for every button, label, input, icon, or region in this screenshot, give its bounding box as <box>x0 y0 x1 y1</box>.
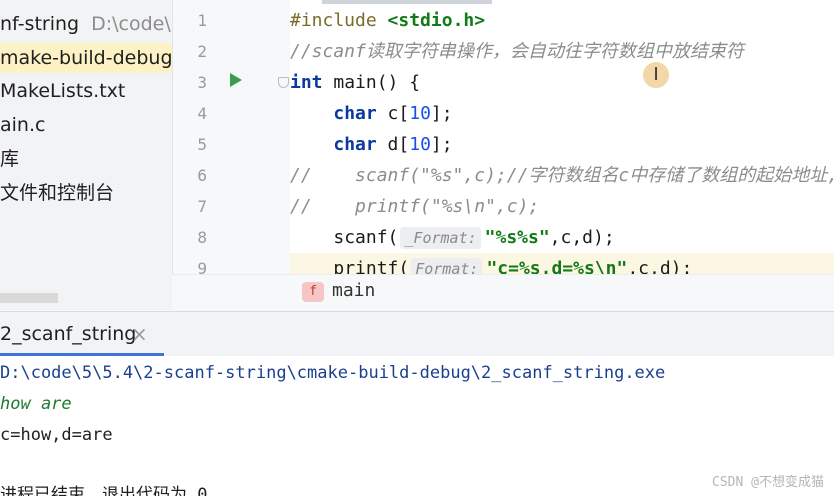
parameter-hint: _Format: <box>400 227 481 249</box>
tree-item-cmakelists[interactable]: MakeLists.txt <box>0 76 125 106</box>
code-text: ,c,d); <box>627 258 693 274</box>
tree-item-label: 库 <box>0 148 20 170</box>
tree-item-libraries[interactable]: 库 <box>0 144 19 174</box>
project-path-hint: D:\code\ <box>91 13 171 35</box>
editor-gutter: 1 2 3 4 5 6 7 8 9 <box>172 0 291 310</box>
code-line-7: // printf("%s\n",c); <box>290 191 539 222</box>
tree-item-project[interactable]: nf-string D:\code\ <box>0 9 171 39</box>
tree-item-label: ain.c <box>0 114 46 136</box>
keyword: int <box>290 72 323 93</box>
code-line-2: //scanf读取字符串操作，会自动往字符数组中放结束符 <box>290 36 744 67</box>
code-text: ,c,d); <box>549 227 615 248</box>
project-sidebar: nf-string D:\code\ make-build-debug MakeL… <box>0 0 172 310</box>
tree-item-label: make-build-debug <box>0 47 172 69</box>
run-tab[interactable]: 2_scanf_string <box>0 312 144 356</box>
code-text: d[ <box>376 134 410 155</box>
code-editor[interactable]: #include <stdio.h> //scanf读取字符串操作，会自动往字符… <box>290 0 834 274</box>
line-number: 8 <box>197 228 207 247</box>
line-number: 6 <box>197 166 207 185</box>
tree-item-label: nf-string <box>0 13 80 35</box>
keyword: char <box>333 103 377 124</box>
code-line-3: int main() { <box>290 67 420 98</box>
preprocessor-directive: #include <box>290 10 377 31</box>
line-number: 1 <box>197 11 207 30</box>
code-text: ]; <box>430 134 453 155</box>
text-cursor-icon: I <box>643 62 669 88</box>
run-tool-window-header: 2_scanf_string × <box>0 311 834 356</box>
console-user-input: how are <box>0 394 72 414</box>
code-text: c[ <box>376 103 410 124</box>
number-literal: 10 <box>409 103 431 124</box>
line-number: 2 <box>197 42 207 61</box>
comment: // printf("%s\n",c); <box>290 196 540 217</box>
code-line-4: char c[10]; <box>290 98 453 129</box>
number-literal: 10 <box>409 134 431 155</box>
string-literal: "%s%s" <box>484 227 550 248</box>
console-exit-message: 进程已结束，退出代码为 0 <box>0 485 208 496</box>
line-number: 3 <box>197 73 207 92</box>
header-name: <stdio.h> <box>387 10 486 31</box>
code-text: main() { <box>322 72 421 93</box>
line-number: 4 <box>197 104 207 123</box>
code-text: ]; <box>430 103 453 124</box>
tree-item-main-c[interactable]: ain.c <box>0 110 45 140</box>
console-output: c=how,d=are <box>0 425 113 445</box>
string-literal: "c=%s,d=%s\n" <box>486 258 628 274</box>
code-line-6: // scanf("%s",c);//字符数组名c中存储了数组的起始地址, <box>290 160 834 191</box>
code-line-5: char d[10]; <box>290 129 453 160</box>
code-text: scanf( <box>333 227 399 248</box>
run-tab-label: 2_scanf_string <box>0 323 137 345</box>
run-icon[interactable] <box>230 73 242 87</box>
run-console[interactable]: D:\code\5\5.4\2-scanf-string\cmake-build… <box>0 356 834 496</box>
fold-icon[interactable] <box>278 77 289 88</box>
sidebar-scrollbar[interactable] <box>0 293 58 303</box>
line-number: 7 <box>197 197 207 216</box>
comment: // scanf("%s",c);//字符数组名c中存储了数组的起始地址, <box>290 165 834 186</box>
keyword: char <box>333 134 377 155</box>
console-exe-path: D:\code\5\5.4\2-scanf-string\cmake-build… <box>0 363 666 383</box>
horizontal-scrollbar[interactable] <box>322 0 492 4</box>
breadcrumb-function[interactable]: main <box>332 280 375 301</box>
tree-item-label: MakeLists.txt <box>0 80 126 102</box>
code-line-1: #include <stdio.h> <box>290 5 485 36</box>
code-line-8: scanf(_Format: "%s%s",c,d); <box>290 222 615 253</box>
code-line-9: printf(Format: "c=%s,d=%s\n",c,d); <box>290 253 834 274</box>
tree-item-cmake-build-debug[interactable]: make-build-debug <box>0 43 172 73</box>
comment: //scanf读取字符串操作，会自动往字符数组中放结束符 <box>290 41 744 62</box>
tree-item-label: 文件和控制台 <box>0 182 115 204</box>
tree-item-scratches[interactable]: 文件和控制台 <box>0 178 114 208</box>
function-icon: f <box>302 282 324 302</box>
breadcrumb: f main <box>172 274 834 311</box>
line-number: 5 <box>197 135 207 154</box>
close-icon[interactable]: × <box>131 322 148 346</box>
code-text: printf( <box>333 258 410 274</box>
watermark: CSDN @不想变成猫 <box>712 475 824 490</box>
parameter-hint: Format: <box>411 258 483 274</box>
